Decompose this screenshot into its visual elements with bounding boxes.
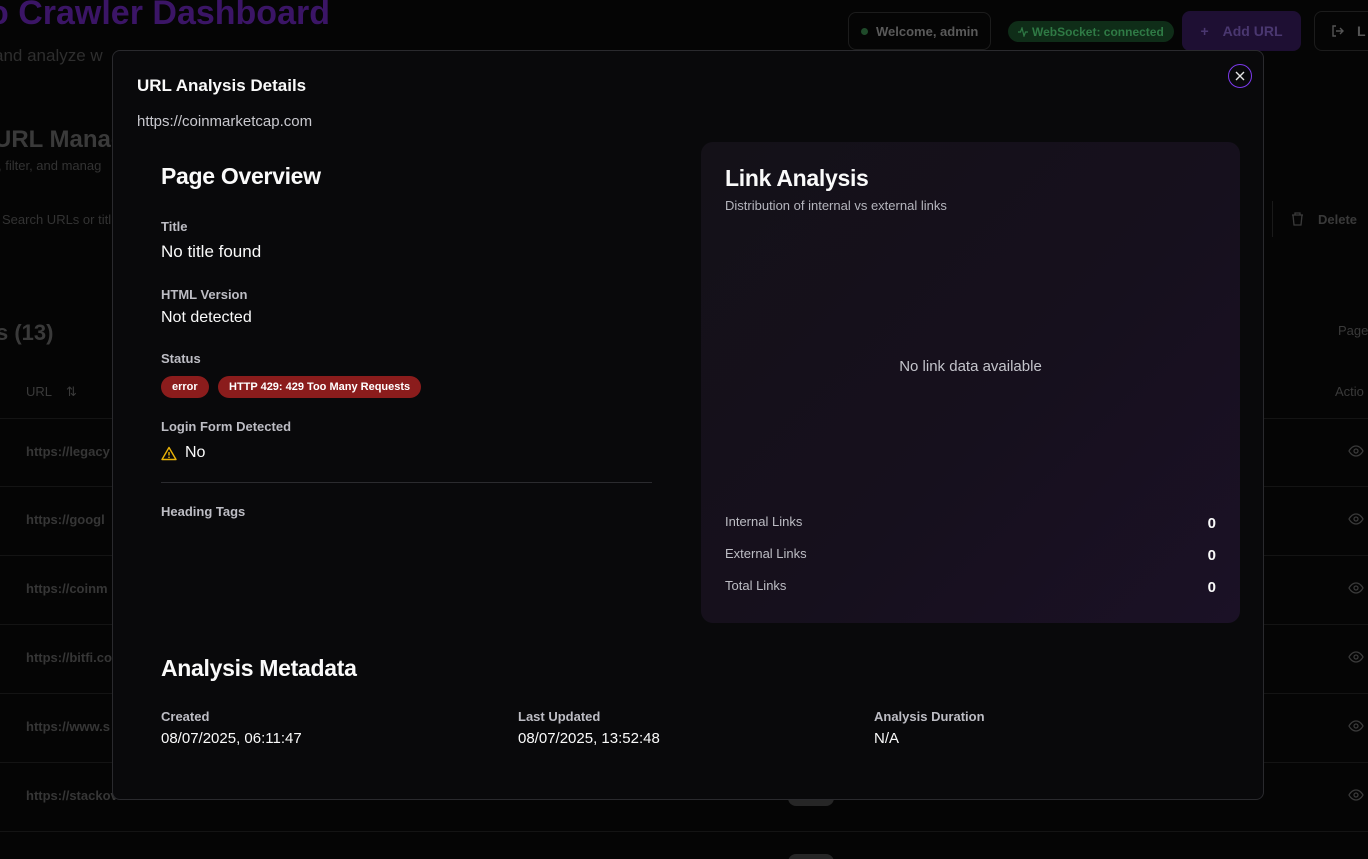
- welcome-text: Welcome, admin: [876, 23, 979, 39]
- external-links-label: External Links: [725, 546, 807, 561]
- row-url: https://coinm: [26, 581, 108, 596]
- total-links-label: Total Links: [725, 578, 787, 593]
- status-label: Status: [161, 351, 201, 366]
- total-links-value: 0: [1207, 579, 1216, 596]
- activity-icon: [1018, 26, 1028, 37]
- analysis-metadata-heading: Analysis Metadata: [161, 655, 357, 681]
- url-count: s (13): [0, 320, 54, 345]
- login-form-value-row: No: [161, 444, 205, 462]
- column-url-label: URL: [26, 384, 53, 399]
- eye-icon[interactable]: [1348, 718, 1364, 734]
- row-status-badge: [788, 854, 834, 859]
- app-subtitle: and analyze w: [0, 46, 103, 65]
- add-url-label: Add URL: [1222, 23, 1283, 39]
- last-updated-value: 08/07/2025, 13:52:48: [518, 730, 660, 747]
- online-dot-icon: [861, 27, 868, 35]
- last-updated-field: Last Updated 08/07/2025, 13:52:48: [518, 709, 660, 747]
- eye-icon[interactable]: [1348, 787, 1364, 803]
- page-label: Page: [1338, 323, 1368, 338]
- login-form-label: Login Form Detected: [161, 419, 292, 434]
- column-header-actions: Actio: [1335, 384, 1364, 399]
- column-header-url[interactable]: URL ⇅: [26, 384, 77, 400]
- created-value: 08/07/2025, 06:11:47: [161, 730, 302, 747]
- login-form-value: No: [185, 444, 206, 461]
- websocket-status-badge: WebSocket: connected: [1008, 21, 1174, 42]
- modal-title: URL Analysis Details: [137, 76, 307, 95]
- created-field: Created 08/07/2025, 06:11:47: [161, 709, 302, 747]
- html-version-label: HTML Version: [161, 287, 248, 302]
- last-updated-label: Last Updated: [518, 709, 601, 724]
- row-url: https://googl: [26, 512, 105, 527]
- eye-icon[interactable]: [1348, 443, 1364, 459]
- html-version-value: Not detected: [161, 309, 252, 326]
- delete-button[interactable]: Delete: [1272, 201, 1357, 237]
- divider: [161, 482, 652, 483]
- internal-links-label: Internal Links: [725, 514, 803, 529]
- status-detail-badge: HTTP 429: 429 Too Many Requests: [218, 376, 422, 398]
- delete-label: Delete: [1318, 211, 1358, 227]
- no-link-data-message: No link data available: [899, 358, 1042, 375]
- add-url-button[interactable]: + Add URL: [1182, 11, 1301, 51]
- table-row[interactable]: [0, 831, 1368, 859]
- link-analysis-subtitle: Distribution of internal vs external lin…: [725, 198, 947, 213]
- analysis-duration-value: N/A: [874, 730, 900, 747]
- welcome-pill: Welcome, admin: [848, 12, 992, 50]
- row-url: https://legacy: [26, 444, 110, 459]
- app-title: o Crawler Dashboard: [0, 0, 330, 32]
- warning-icon: [161, 446, 177, 460]
- created-label: Created: [161, 709, 210, 724]
- internal-links-value: 0: [1207, 515, 1216, 532]
- websocket-text: WebSocket: connected: [1032, 24, 1164, 39]
- logout-label: L: [1357, 23, 1366, 39]
- search-input[interactable]: Search URLs or titl: [2, 212, 111, 227]
- section-subtitle: , filter, and manag: [0, 158, 102, 173]
- row-url: https://bitfi.co: [26, 650, 112, 665]
- external-links-value: 0: [1207, 547, 1216, 564]
- eye-icon[interactable]: [1348, 580, 1364, 596]
- page-overview-heading: Page Overview: [161, 163, 321, 189]
- link-analysis-card: Link Analysis Distribution of internal v…: [701, 142, 1240, 623]
- title-label: Title: [161, 219, 188, 234]
- status-badge: error: [161, 376, 209, 398]
- eye-icon[interactable]: [1348, 649, 1364, 665]
- link-analysis-heading: Link Analysis: [725, 165, 869, 191]
- plus-icon: +: [1200, 23, 1209, 39]
- eye-icon[interactable]: [1348, 511, 1364, 527]
- row-url: https://www.s: [26, 719, 111, 734]
- row-url: https://stackov: [26, 788, 118, 803]
- modal-url: https://coinmarketcap.com: [137, 113, 313, 130]
- page-overview-section: Page Overview Title No title found HTML …: [161, 163, 653, 519]
- url-details-modal: URL Analysis Details https://coinmarketc…: [112, 50, 1264, 800]
- logout-button[interactable]: L: [1314, 11, 1368, 51]
- heading-tags-label: Heading Tags: [161, 504, 246, 519]
- trash-icon: [1292, 212, 1303, 226]
- analysis-duration-label: Analysis Duration: [874, 709, 985, 724]
- close-icon: [1235, 71, 1245, 81]
- title-value: No title found: [161, 242, 262, 261]
- sort-icon: ⇅: [66, 384, 77, 399]
- close-button[interactable]: [1228, 64, 1252, 88]
- analysis-duration-field: Analysis Duration N/A: [874, 709, 985, 747]
- logout-icon: [1332, 25, 1344, 37]
